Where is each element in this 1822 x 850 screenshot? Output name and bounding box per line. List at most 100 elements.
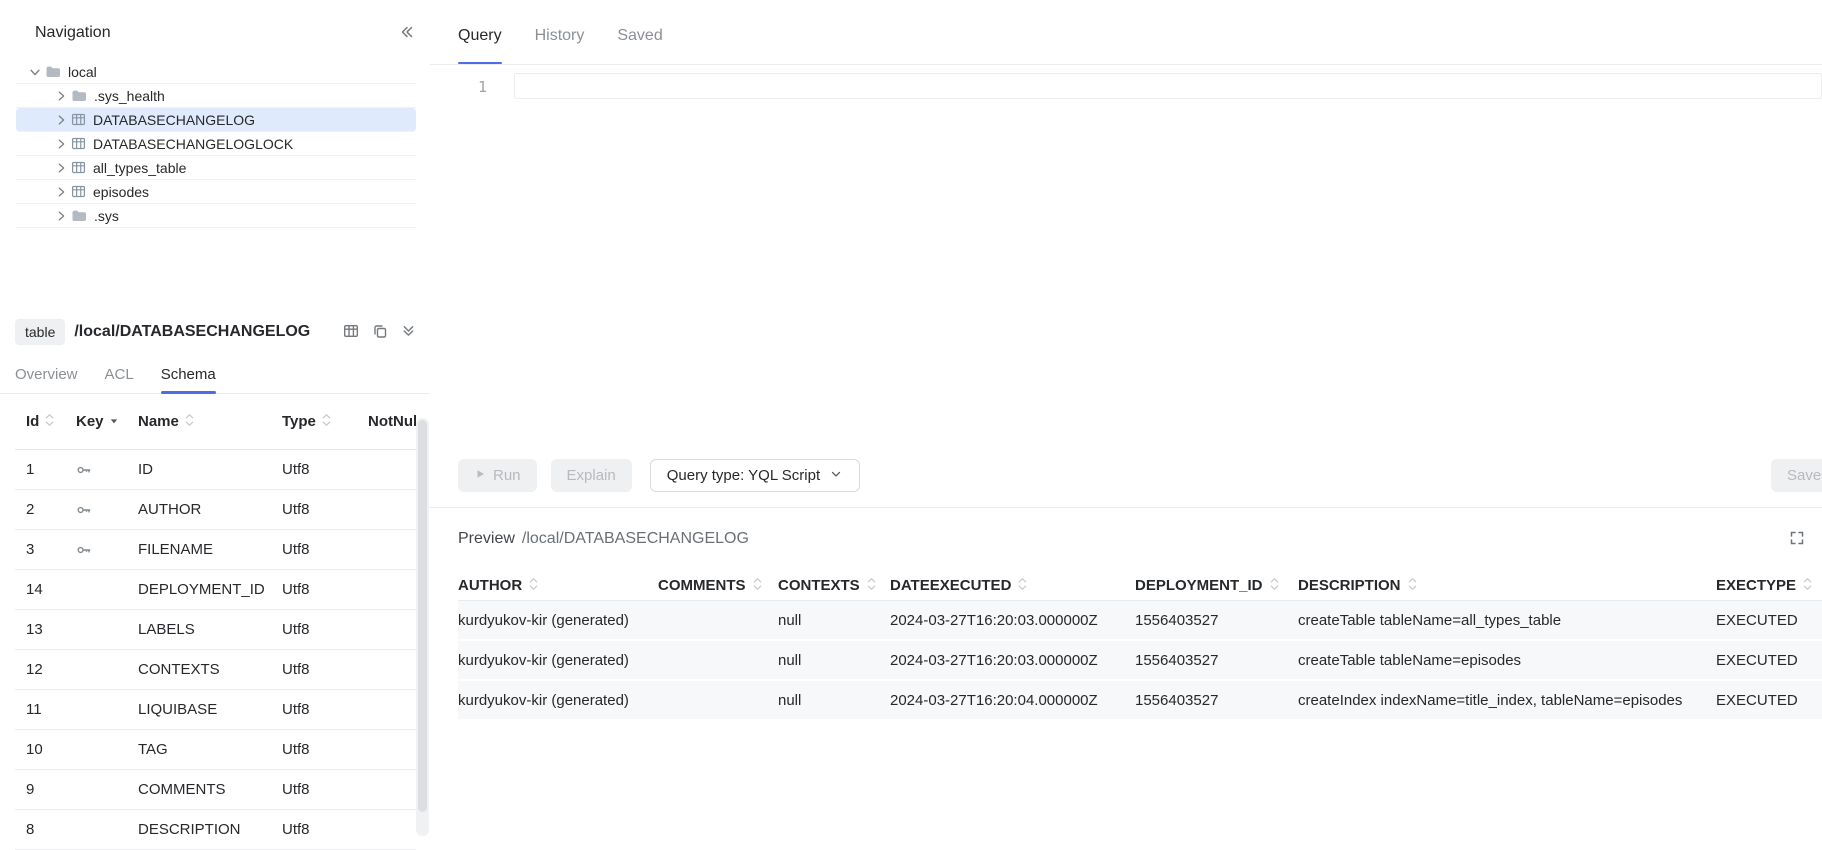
schema-scrollbar[interactable]: [416, 418, 429, 836]
chevron-right-icon[interactable]: [54, 209, 68, 223]
chevron-right-icon[interactable]: [54, 113, 68, 127]
cell-name: TAG: [138, 741, 282, 758]
folder-icon: [71, 208, 87, 224]
tree-item-label: DATABASECHANGELOG: [93, 112, 255, 128]
tree-item-databasechangeloglock[interactable]: DATABASECHANGELOGLOCK: [16, 132, 416, 156]
column-header-dateexecuted[interactable]: DATEEXECUTED: [890, 577, 1135, 595]
tree-item-label: local: [68, 64, 97, 80]
tab-query[interactable]: Query: [458, 26, 502, 64]
column-header-key[interactable]: Key: [76, 413, 138, 430]
column-header-description[interactable]: DESCRIPTION: [1298, 577, 1716, 595]
cell-exectype: EXECUTED: [1716, 612, 1822, 629]
chevron-down-icon[interactable]: [28, 65, 42, 79]
column-label: Name: [138, 413, 179, 430]
column-header-comments[interactable]: COMMENTS: [658, 577, 778, 595]
sort-icon: [184, 413, 195, 431]
tab-schema[interactable]: Schema: [161, 366, 216, 393]
expand-panel-button[interactable]: [401, 323, 416, 341]
caret-down-icon: [109, 413, 119, 430]
tree-item-episodes[interactable]: episodes: [16, 180, 416, 204]
scrollbar-thumb[interactable]: [418, 420, 427, 812]
tree-item-local[interactable]: local: [16, 60, 416, 84]
editor-line-number: 1: [430, 75, 487, 99]
column-header-name[interactable]: Name: [138, 413, 282, 431]
table-row: kurdyukov-kir (generated) null 2024-03-2…: [458, 601, 1822, 641]
cell-name: CONTEXTS: [138, 661, 282, 678]
table-row: 2 AUTHOR Utf8: [15, 490, 416, 530]
query-type-select[interactable]: Query type: YQL Script: [650, 459, 860, 492]
table-icon: [71, 112, 86, 127]
open-preview-button[interactable]: [343, 323, 359, 342]
cell-name: DEPLOYMENT_ID: [138, 581, 282, 598]
tree-item-sys[interactable]: .sys: [16, 204, 416, 228]
cell-author: kurdyukov-kir (generated): [458, 652, 658, 669]
column-header-author[interactable]: AUTHOR: [458, 577, 658, 595]
column-label: Key: [76, 413, 104, 430]
sort-icon: [1407, 577, 1418, 595]
double-chevron-left-icon: [399, 24, 415, 43]
query-editor[interactable]: 1: [430, 65, 1822, 450]
cell-contexts: null: [778, 652, 890, 669]
folder-icon: [45, 64, 61, 80]
preview-table-header: AUTHOR COMMENTS CONTEXTS DATEEXECUTED DE…: [458, 571, 1822, 601]
table-row: kurdyukov-kir (generated) null 2024-03-2…: [458, 681, 1822, 721]
explain-button[interactable]: Explain: [551, 459, 632, 492]
column-label: DESCRIPTION: [1298, 577, 1401, 594]
cell-id: 9: [26, 781, 76, 798]
cell-deployment-id: 1556403527: [1135, 652, 1298, 669]
column-header-deployment-id[interactable]: DEPLOYMENT_ID: [1135, 577, 1298, 595]
column-header-contexts[interactable]: CONTEXTS: [778, 577, 890, 595]
column-label: DEPLOYMENT_ID: [1135, 577, 1263, 594]
cell-exectype: EXECUTED: [1716, 652, 1822, 669]
cell-deployment-id: 1556403527: [1135, 692, 1298, 709]
preview-header: Preview /local/DATABASECHANGELOG: [458, 528, 1822, 550]
chevron-right-icon[interactable]: [54, 185, 68, 199]
table-row: 13 LABELS Utf8: [15, 610, 416, 650]
chevron-right-icon[interactable]: [54, 89, 68, 103]
save-query-button[interactable]: Save query: [1771, 459, 1822, 492]
tab-acl[interactable]: ACL: [105, 366, 134, 393]
column-header-notnull[interactable]: NotNull: [368, 413, 416, 430]
preview-table-body: kurdyukov-kir (generated) null 2024-03-2…: [458, 601, 1822, 721]
cell-name: FILENAME: [138, 541, 282, 558]
navigation-tree: local .sys_health DATABASECHANGELOG DATA…: [16, 60, 416, 228]
query-actions: Run Explain Query type: YQL Script Save …: [458, 459, 1822, 492]
column-label: AUTHOR: [458, 577, 522, 594]
tab-saved[interactable]: Saved: [617, 26, 662, 64]
tree-item-label: episodes: [93, 184, 149, 200]
chevron-right-icon[interactable]: [54, 161, 68, 175]
query-type-label: Query type: YQL Script: [667, 467, 820, 484]
schema-table-header: Id Key Name Type NotNull: [15, 394, 416, 450]
tab-overview[interactable]: Overview: [15, 366, 78, 393]
chevron-down-icon: [829, 467, 843, 485]
editor-current-line[interactable]: [514, 73, 1822, 99]
column-header-exectype[interactable]: EXECTYPE: [1716, 577, 1822, 595]
cell-id: 14: [26, 581, 76, 598]
table-row: 12 CONTEXTS Utf8: [15, 650, 416, 690]
column-label: EXECTYPE: [1716, 577, 1796, 594]
cell-name: LIQUIBASE: [138, 701, 282, 718]
collapse-panel-button[interactable]: [399, 24, 415, 43]
navigation-header: Navigation: [0, 0, 430, 60]
fullscreen-button[interactable]: [1789, 530, 1805, 549]
cell-name: LABELS: [138, 621, 282, 638]
column-header-id[interactable]: Id: [26, 413, 76, 431]
column-header-type[interactable]: Type: [282, 413, 368, 431]
tree-item-sys-health[interactable]: .sys_health: [16, 84, 416, 108]
save-query-label: Save query: [1787, 467, 1822, 484]
tree-item-databasechangelog[interactable]: DATABASECHANGELOG: [16, 108, 416, 132]
sort-icon: [1802, 577, 1813, 595]
table-row: 9 COMMENTS Utf8: [15, 770, 416, 810]
table-row: kurdyukov-kir (generated) null 2024-03-2…: [458, 641, 1822, 681]
double-chevron-down-icon: [401, 323, 416, 341]
tab-history[interactable]: History: [535, 26, 585, 64]
tree-item-all-types-table[interactable]: all_types_table: [16, 156, 416, 180]
table-row: 3 FILENAME Utf8: [15, 530, 416, 570]
cell-type: Utf8: [282, 661, 368, 678]
sort-icon: [1269, 577, 1280, 595]
tree-item-label: all_types_table: [93, 160, 186, 176]
sort-icon: [528, 577, 539, 595]
run-button[interactable]: Run: [458, 459, 537, 492]
chevron-right-icon[interactable]: [54, 137, 68, 151]
copy-path-button[interactable]: [372, 323, 388, 342]
